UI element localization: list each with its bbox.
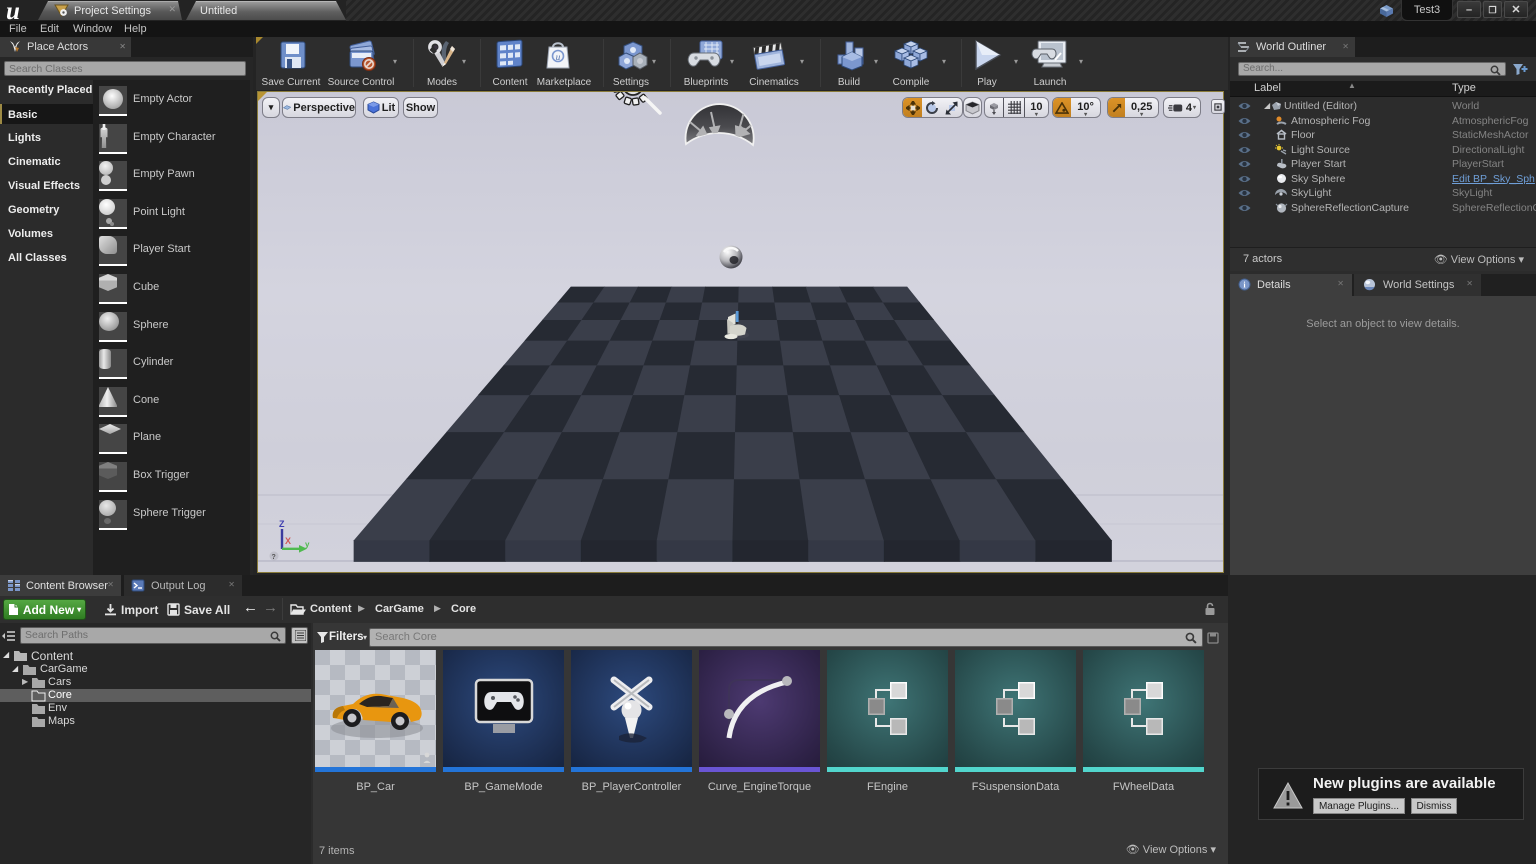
svg-text:?: ? <box>272 554 276 561</box>
svg-text:y: y <box>305 540 310 549</box>
svg-text:u: u <box>556 52 561 62</box>
svg-text:Z: Z <box>279 519 285 529</box>
svg-text:X: X <box>285 536 291 546</box>
